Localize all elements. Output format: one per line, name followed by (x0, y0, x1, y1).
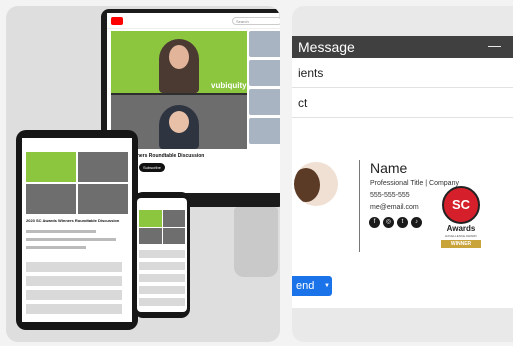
compose-title: Message (298, 39, 355, 55)
video-tile (139, 210, 162, 227)
social-icons: f ◎ t ♪ (369, 217, 422, 228)
related-video-row[interactable] (139, 298, 185, 306)
related-video-row[interactable] (139, 286, 185, 294)
phone-video-grid[interactable] (139, 210, 185, 244)
tablet-device: 2023 SC Awards Winners Roundtable Discus… (16, 130, 138, 330)
signature-phone: 555-555-555 (370, 192, 410, 199)
send-label: end (296, 280, 315, 292)
video-tile (162, 227, 185, 244)
related-video-thumb[interactable] (249, 31, 280, 57)
signature-avatar (294, 162, 338, 206)
text-placeholder-line (26, 230, 96, 233)
subject-label: ct (298, 96, 308, 110)
signature-divider (359, 160, 360, 252)
recipients-label: ients (298, 66, 324, 80)
tablet-screen: 2023 SC Awards Winners Roundtable Discus… (22, 138, 132, 322)
text-placeholder-line (26, 246, 86, 249)
related-video-row[interactable] (26, 290, 122, 300)
signature-email[interactable]: me@email.com (370, 204, 419, 211)
video-tile (26, 184, 76, 214)
video-tile (139, 227, 162, 244)
video-tile (78, 184, 128, 214)
search-input[interactable]: Search (232, 16, 280, 25)
award-label: Awards (446, 224, 476, 233)
related-video-row[interactable] (26, 304, 122, 314)
related-video-thumb[interactable] (249, 89, 280, 115)
subscribe-button[interactable]: Subscribe (139, 163, 165, 172)
video-tile (78, 152, 128, 182)
video-site-toolbar: Search (107, 13, 280, 29)
related-video-thumb[interactable] (249, 60, 280, 86)
video-tile (26, 152, 76, 182)
monitor-stand (234, 207, 278, 277)
tablet-video-title: 2023 SC Awards Winners Roundtable Discus… (26, 218, 120, 223)
video-tile (162, 210, 185, 227)
email-panel: Message — ients ct Name Professional Tit… (292, 6, 513, 342)
signature-name: Name (370, 160, 408, 176)
avatar-face (294, 168, 320, 202)
participant-face (169, 45, 189, 69)
participant-face (169, 111, 189, 133)
brand-overlay: vubiquity (211, 81, 247, 90)
tablet-video-grid[interactable] (26, 152, 128, 214)
facebook-icon[interactable]: f (369, 217, 380, 228)
video-logo-icon[interactable] (111, 16, 123, 25)
recipients-field[interactable]: ients (292, 58, 513, 88)
award-logo: SC (442, 186, 480, 224)
instagram-icon[interactable]: ◎ (383, 217, 394, 228)
subject-field[interactable]: ct (292, 88, 513, 118)
award-subtitle: EXCELLENCE AWARD (445, 234, 477, 238)
compose-window: Message — ients ct Name Professional Tit… (292, 36, 513, 308)
related-video-row[interactable] (139, 262, 185, 270)
twitter-icon[interactable]: t (397, 217, 408, 228)
award-ribbon: WINNER (441, 240, 481, 248)
related-video-row[interactable] (26, 262, 122, 272)
minimize-icon[interactable]: — (488, 38, 501, 53)
marketing-collage: Search vubiquity eards Winners Roundtabl… (0, 0, 513, 346)
related-video-row[interactable] (139, 274, 185, 282)
award-badge: SC Awards EXCELLENCE AWARD WINNER (435, 186, 487, 254)
tiktok-icon[interactable]: ♪ (411, 217, 422, 228)
chevron-down-icon[interactable]: ▼ (324, 276, 330, 296)
related-videos (249, 31, 280, 149)
devices-panel: Search vubiquity eards Winners Roundtabl… (6, 6, 280, 342)
text-placeholder-line (26, 238, 116, 241)
phone-screen (137, 198, 187, 312)
send-button[interactable]: end ▼ (292, 276, 332, 296)
related-video-row[interactable] (139, 250, 185, 258)
related-video-thumb[interactable] (249, 118, 280, 144)
phone-device (134, 192, 190, 318)
compose-header: Message — (292, 36, 513, 58)
related-video-row[interactable] (26, 276, 122, 286)
